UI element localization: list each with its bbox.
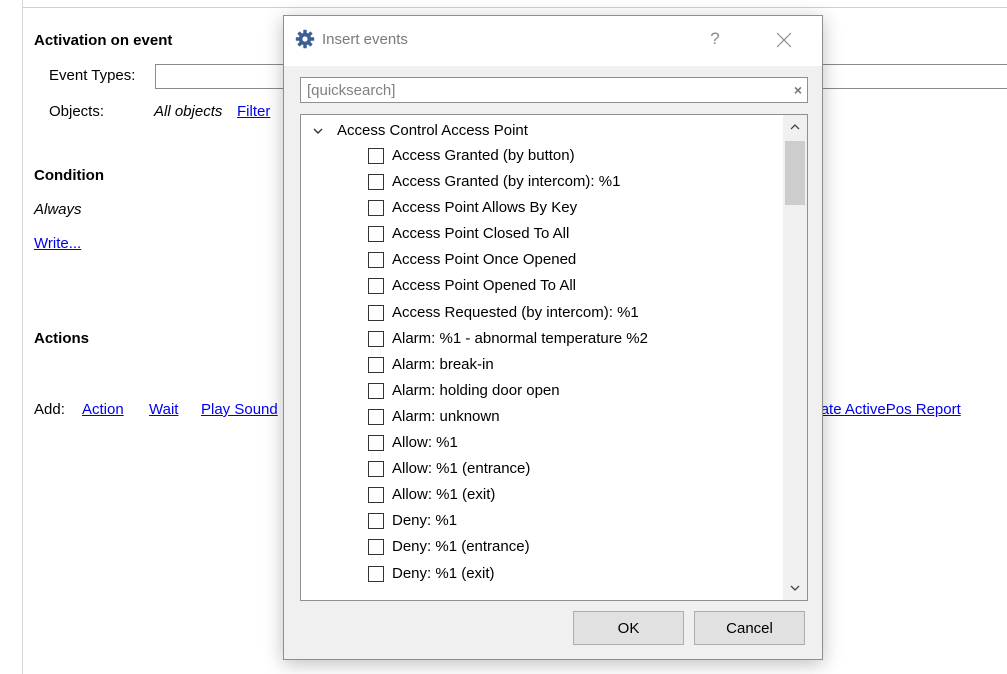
event-list-item[interactable]: Alarm: holding door open xyxy=(301,378,779,404)
event-label: Allow: %1 xyxy=(392,434,458,452)
tree-group-label: Access Control Access Point xyxy=(337,122,528,139)
ok-button[interactable]: OK xyxy=(573,611,684,645)
tree-group-access-point[interactable]: Access Control Access Point xyxy=(301,117,779,143)
quicksearch-input[interactable] xyxy=(301,78,781,102)
close-icon[interactable] xyxy=(772,28,796,52)
event-checkbox[interactable] xyxy=(368,408,384,425)
page-top-border xyxy=(22,0,1007,8)
event-label: Allow: %1 (entrance) xyxy=(392,460,531,478)
add-action-link[interactable]: Action xyxy=(82,401,124,418)
dialog-titlebar: Insert events ? xyxy=(284,16,822,66)
scroll-up-icon[interactable] xyxy=(783,115,807,139)
event-label: Alarm: %1 - abnormal temperature %2 xyxy=(392,329,648,347)
event-label: Access Point Opened To All xyxy=(392,277,576,295)
event-label: Alarm: holding door open xyxy=(392,381,560,399)
event-list-item[interactable]: Allow: %1 (entrance) xyxy=(301,456,779,482)
event-label: Alarm: break-in xyxy=(392,355,494,373)
event-label: Access Granted (by intercom): %1 xyxy=(392,173,621,191)
event-list-item[interactable]: Access Requested (by intercom): %1 xyxy=(301,300,779,326)
event-list-item[interactable]: Access Granted (by button) xyxy=(301,143,779,169)
event-types-label: Event Types: xyxy=(49,67,136,84)
activation-heading: Activation on event xyxy=(34,32,173,49)
event-checkbox[interactable] xyxy=(368,252,384,269)
quicksearch-box: × xyxy=(300,77,808,103)
event-checkbox[interactable] xyxy=(368,435,384,452)
event-label: Access Granted (by button) xyxy=(392,147,575,164)
event-checkbox[interactable] xyxy=(368,330,384,347)
event-checkbox[interactable] xyxy=(368,278,384,295)
condition-value: Always xyxy=(34,201,82,218)
event-list-item[interactable]: Access Point Allows By Key xyxy=(301,195,779,221)
event-label: Deny: %1 (exit) xyxy=(392,564,495,582)
events-tree: Access Control Access Point Access Grant… xyxy=(300,114,808,601)
event-list-item[interactable]: Alarm: unknown xyxy=(301,404,779,430)
event-label: Alarm: unknown xyxy=(392,407,500,425)
event-checkbox[interactable] xyxy=(368,513,384,530)
condition-heading: Condition xyxy=(34,167,104,184)
event-list-item[interactable]: Allow: %1 (exit) xyxy=(301,482,779,508)
event-label: Access Point Closed To All xyxy=(392,225,570,243)
event-checkbox[interactable] xyxy=(368,356,384,373)
vertical-scrollbar[interactable] xyxy=(783,115,807,600)
add-play-sound-link[interactable]: Play Sound xyxy=(201,401,278,418)
event-label: Access Point Once Opened xyxy=(392,251,577,269)
objects-value: All objects xyxy=(154,103,223,120)
page-left-border xyxy=(22,0,23,674)
tree-items: Access Granted (by button) Access Granted… xyxy=(301,143,779,587)
write-condition-link[interactable]: Write... xyxy=(34,235,81,252)
event-list-item[interactable]: Access Point Closed To All xyxy=(301,221,779,247)
insert-events-dialog: Insert events ? × Access Control Access … xyxy=(283,15,823,660)
scroll-down-icon[interactable] xyxy=(783,576,807,600)
event-label: Allow: %1 (exit) xyxy=(392,486,496,504)
event-checkbox[interactable] xyxy=(368,487,384,504)
event-list-item[interactable]: Access Point Once Opened xyxy=(301,247,779,273)
event-list-item[interactable]: Alarm: %1 - abnormal temperature %2 xyxy=(301,326,779,352)
event-label: Deny: %1 (entrance) xyxy=(392,538,530,556)
filter-link[interactable]: Filter xyxy=(237,103,270,120)
event-checkbox[interactable] xyxy=(368,200,384,217)
event-checkbox[interactable] xyxy=(368,539,384,556)
help-button[interactable]: ? xyxy=(703,26,727,52)
event-list-item[interactable]: Allow: %1 xyxy=(301,430,779,456)
event-checkbox[interactable] xyxy=(368,461,384,478)
event-list-item[interactable]: Deny: %1 (entrance) xyxy=(301,534,779,560)
clear-search-icon[interactable]: × xyxy=(794,78,802,102)
add-wait-link[interactable]: Wait xyxy=(149,401,178,418)
event-label: Access Requested (by intercom): %1 xyxy=(392,303,639,321)
event-label: Deny: %1 xyxy=(392,512,458,530)
objects-label: Objects: xyxy=(49,103,105,120)
event-label: Access Point Allows By Key xyxy=(392,199,578,217)
scrollbar-thumb[interactable] xyxy=(785,141,805,205)
dialog-title: Insert events xyxy=(322,31,408,48)
event-checkbox[interactable] xyxy=(368,382,384,399)
cancel-button[interactable]: Cancel xyxy=(694,611,805,645)
event-list-item[interactable]: Access Granted (by intercom): %1 xyxy=(301,169,779,195)
chevron-down-icon[interactable] xyxy=(313,123,323,134)
event-checkbox[interactable] xyxy=(368,174,384,191)
actions-heading: Actions xyxy=(34,330,90,347)
event-list-item[interactable]: Alarm: break-in xyxy=(301,352,779,378)
event-list-item[interactable]: Access Point Opened To All xyxy=(301,273,779,299)
event-list-item[interactable]: Deny: %1 xyxy=(301,508,779,534)
event-list-item[interactable]: Deny: %1 (exit) xyxy=(301,561,779,587)
event-checkbox[interactable] xyxy=(368,565,384,582)
events-tree-rows: Access Control Access Point Access Grant… xyxy=(301,117,779,587)
event-checkbox[interactable] xyxy=(368,304,384,321)
event-checkbox[interactable] xyxy=(368,148,384,164)
add-label: Add: xyxy=(34,401,65,418)
event-checkbox[interactable] xyxy=(368,226,384,243)
gear-icon xyxy=(295,29,315,49)
